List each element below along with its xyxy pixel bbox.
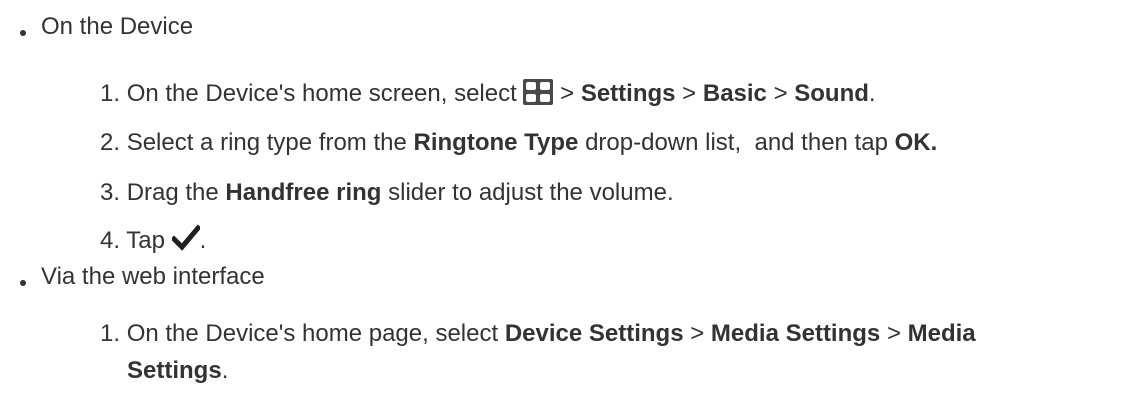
menu-path-media: Media: [907, 320, 976, 347]
step-text: On the Device's home screen, select: [126, 80, 517, 107]
separator: >: [886, 320, 901, 347]
ok-label: OK.: [894, 129, 938, 156]
ringtone-type-label: Ringtone Type: [413, 129, 579, 156]
step-text: Drag the: [126, 179, 219, 206]
separator: >: [690, 320, 705, 347]
bullet-dot: [20, 30, 26, 36]
step-number: 3.: [100, 179, 121, 206]
menu-path-sound: Sound: [794, 80, 869, 107]
step-text: Tap: [126, 227, 165, 254]
period: .: [868, 80, 876, 107]
menu-path-settings-cont: Settings: [127, 357, 222, 384]
step-number: 1.: [100, 80, 121, 107]
checkmark-icon: [170, 224, 202, 259]
list-item: 3. Drag the Handfree ring slider to adju…: [100, 179, 674, 207]
menu-path-settings: Settings: [580, 80, 676, 107]
step-text: On the Device's home page, select: [126, 320, 499, 347]
list-item: 1. On the Device's home screen, select >…: [100, 79, 876, 112]
handfree-ring-label: Handfree ring: [225, 179, 382, 206]
bullet-dot: [20, 280, 26, 286]
apps-grid-icon: [523, 79, 554, 112]
step-text: drop-down list, and then tap: [585, 129, 888, 156]
list-item: 1. On the Device's home page, select Dev…: [100, 320, 976, 348]
step-number: 4.: [100, 227, 121, 254]
menu-path-media-settings: Media Settings: [710, 320, 881, 347]
section-heading: Via the web interface: [41, 263, 265, 290]
step-number: 1.: [100, 320, 121, 347]
separator: >: [560, 80, 575, 107]
period: .: [221, 357, 229, 384]
period: .: [199, 227, 207, 254]
step-number: 2.: [100, 129, 121, 156]
separator: >: [682, 80, 697, 107]
step-text: slider to adjust the volume.: [388, 179, 674, 206]
separator: >: [773, 80, 788, 107]
step-text: Select a ring type from the: [126, 129, 407, 156]
menu-path-basic: Basic: [702, 80, 767, 107]
menu-path-device-settings: Device Settings: [504, 320, 684, 347]
list-item-continuation: Settings.: [127, 357, 228, 385]
list-item: 2. Select a ring type from the Ringtone …: [100, 129, 937, 157]
list-item: 4. Tap .: [100, 224, 206, 259]
section-heading: On the Device: [41, 13, 194, 40]
